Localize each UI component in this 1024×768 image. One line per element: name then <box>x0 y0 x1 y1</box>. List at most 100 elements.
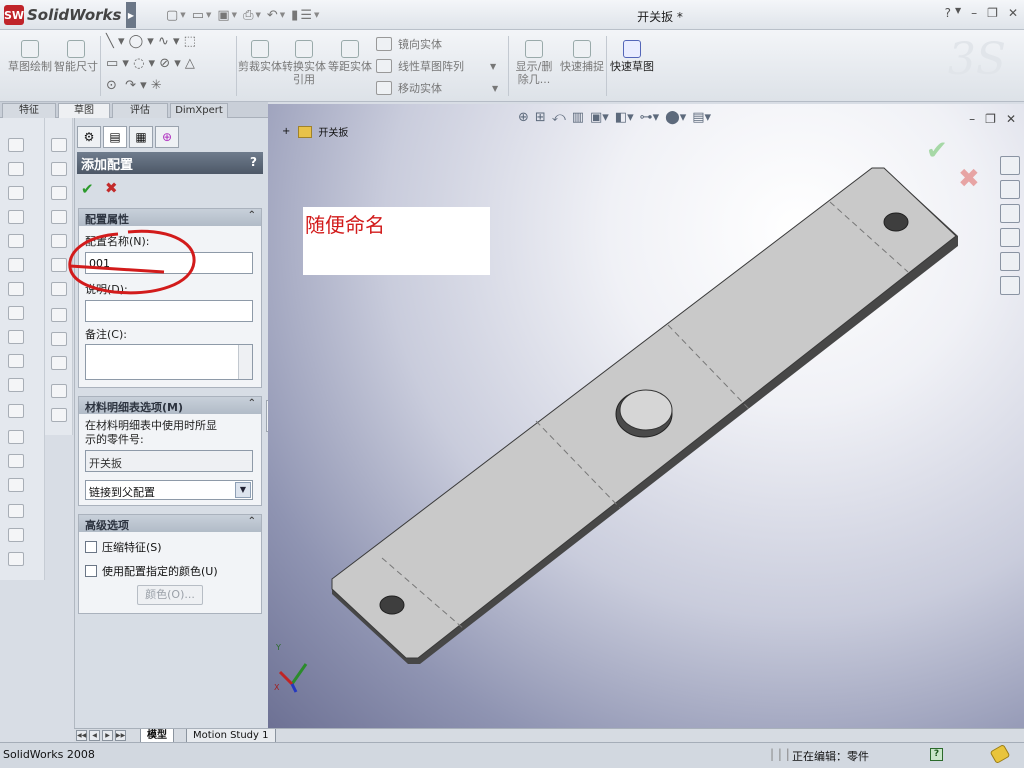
file-explorer-icon[interactable] <box>1000 228 1020 247</box>
checkbox-box[interactable] <box>85 565 97 577</box>
tab-model[interactable]: 模型 <box>140 729 174 743</box>
revolve-boss-icon[interactable] <box>8 162 24 176</box>
checkbox-box[interactable] <box>85 541 97 553</box>
open-icon[interactable]: ▭ <box>192 8 204 23</box>
zoom-to-fit-icon[interactable]: ⊕ <box>518 110 529 125</box>
smart-dimension-button[interactable]: 智能尺寸 <box>54 40 98 73</box>
minimize-icon[interactable]: – <box>969 112 975 126</box>
new-document-icon[interactable]: ▢ <box>166 8 178 23</box>
group-header[interactable]: 配置属性 ⌃ <box>79 209 261 226</box>
last-tab-icon[interactable]: ▶▶ <box>115 730 126 741</box>
mirror-entities-button[interactable]: 镜向实体 <box>376 36 442 52</box>
print-icon[interactable]: ⎙ <box>243 8 253 23</box>
part-model[interactable] <box>268 104 1024 728</box>
layers-icon[interactable] <box>51 408 67 422</box>
group-header[interactable]: 材料明细表选项(M) ⌃ <box>79 397 261 414</box>
ok-button[interactable]: ✔ <box>81 180 94 198</box>
dimension-icon[interactable] <box>51 332 67 346</box>
confirmation-corner-cancel-icon[interactable]: ✖ <box>958 164 980 194</box>
home-icon[interactable] <box>1000 156 1020 175</box>
first-tab-icon[interactable]: ◀◀ <box>76 730 87 741</box>
help-icon[interactable]: ? <box>945 6 951 20</box>
instant3d-icon[interactable] <box>8 478 24 492</box>
options-dropdown-icon[interactable]: ▼ <box>314 11 319 19</box>
status-help-icon[interactable]: ? <box>930 748 943 761</box>
undo-icon[interactable]: ↶ <box>267 8 278 23</box>
hole-icon[interactable] <box>8 354 24 368</box>
display-style-icon[interactable]: ◧▾ <box>615 110 634 125</box>
tab-dimxpert[interactable]: DimXpert <box>170 103 228 118</box>
rectangle-tool-icon[interactable]: ▭ ▾ ◌ ▾ ⊘ ▾ △ <box>106 56 195 71</box>
rebuild-icon[interactable]: ▮ <box>291 8 298 23</box>
rapid-sketch-button[interactable]: 快速草图 <box>610 40 654 73</box>
tab-motion-study[interactable]: Motion Study 1 <box>186 729 276 743</box>
trim-entities-button[interactable]: 剪裁实体 <box>238 40 282 73</box>
help-dropdown-icon[interactable]: ▼ <box>955 6 961 20</box>
cube-icon[interactable] <box>51 210 67 224</box>
configuration-manager-tab-icon[interactable]: ▦ <box>129 126 153 148</box>
prev-tab-icon[interactable]: ◀ <box>89 730 100 741</box>
custom-properties-icon[interactable] <box>1000 276 1020 295</box>
new-dropdown-icon[interactable]: ▼ <box>180 11 185 19</box>
comment-scrollbar[interactable] <box>238 345 252 379</box>
offset-entities-button[interactable]: 等距实体 <box>328 40 372 73</box>
restore-icon[interactable]: ❐ <box>985 112 996 126</box>
line-tool-icon[interactable]: ╲ ▾ ◯ ▾ ∿ ▾ ⬚ <box>106 34 196 49</box>
group-header[interactable]: 高级选项 ⌃ <box>79 515 261 532</box>
configuration-name-field[interactable]: 001 <box>85 252 253 274</box>
layers-icon[interactable] <box>51 384 67 398</box>
relations-icon[interactable] <box>51 356 67 370</box>
linear-pattern-dropdown-icon[interactable]: ▼ <box>490 62 496 71</box>
confirmation-corner-ok-icon[interactable]: ✔ <box>926 136 948 166</box>
open-dropdown-icon[interactable]: ▼ <box>206 11 211 19</box>
collapse-icon[interactable]: ⌃ <box>248 516 256 527</box>
cube-icon[interactable] <box>51 282 67 296</box>
sketch-plane-icon[interactable] <box>51 138 67 152</box>
move-entities-button[interactable]: 移动实体 ▼ <box>376 80 498 96</box>
tab-sketch[interactable]: 草图 <box>58 103 110 118</box>
resources-icon[interactable] <box>1000 180 1020 199</box>
deform-icon[interactable] <box>8 528 24 542</box>
chevron-down-icon[interactable]: ▼ <box>235 482 251 498</box>
expand-icon[interactable]: + <box>282 126 290 137</box>
zoom-to-area-icon[interactable]: ⊞ <box>535 110 546 125</box>
appearance-scene-icon[interactable] <box>1000 252 1020 271</box>
options-icon[interactable]: ☰ <box>300 8 312 23</box>
dome-icon[interactable] <box>8 378 24 392</box>
view-settings-icon[interactable]: ▤▾ <box>692 110 711 125</box>
fillet-icon[interactable] <box>8 234 24 248</box>
extrude-boss-icon[interactable] <box>8 138 24 152</box>
rib-icon[interactable] <box>8 282 24 296</box>
next-tab-icon[interactable]: ▶ <box>102 730 113 741</box>
wrap-icon[interactable] <box>8 404 24 418</box>
loft-icon[interactable] <box>8 210 24 224</box>
dimxpert-manager-tab-icon[interactable]: ⊕ <box>155 126 179 148</box>
suppress-features-checkbox[interactable]: 压缩特征(S) <box>85 539 162 555</box>
freeform-icon[interactable] <box>8 552 24 566</box>
collapse-icon[interactable]: ⌃ <box>248 210 256 221</box>
save-dropdown-icon[interactable]: ▼ <box>232 11 237 19</box>
section-view-icon[interactable]: ▥ <box>572 110 584 125</box>
tag-icon[interactable] <box>989 743 1011 765</box>
draft-icon[interactable] <box>8 330 24 344</box>
print-dropdown-icon[interactable]: ▼ <box>255 11 260 19</box>
design-library-icon[interactable] <box>1000 204 1020 223</box>
ref-geometry-icon[interactable] <box>8 430 24 444</box>
hide-show-icon[interactable]: ⊶▾ <box>640 110 660 125</box>
part-number-link-select[interactable]: 链接到父配置 ▼ <box>85 480 253 500</box>
previous-view-icon[interactable]: ⤺ <box>552 110 566 125</box>
point-tool-icon[interactable]: ⊙ ↷ ▾ ✳ <box>106 78 162 93</box>
collapse-icon[interactable]: ⌃ <box>248 398 256 409</box>
linear-pattern-button[interactable]: 线性草图阵列 ▼ <box>376 58 496 74</box>
close-icon[interactable]: ✕ <box>1006 112 1016 126</box>
color-button[interactable]: 颜色(O)... <box>137 585 203 605</box>
app-logo[interactable]: SW SolidWorks <box>4 4 121 26</box>
sketch-button[interactable]: 草图绘制 <box>8 40 52 73</box>
tab-features[interactable]: 特征 <box>2 103 56 118</box>
close-icon[interactable]: ✕ <box>1008 6 1018 20</box>
curves-icon[interactable] <box>8 454 24 468</box>
comment-field[interactable] <box>85 344 253 380</box>
undo-dropdown-icon[interactable]: ▼ <box>280 11 285 19</box>
chamfer-icon[interactable] <box>8 258 24 272</box>
shell-icon[interactable] <box>8 306 24 320</box>
